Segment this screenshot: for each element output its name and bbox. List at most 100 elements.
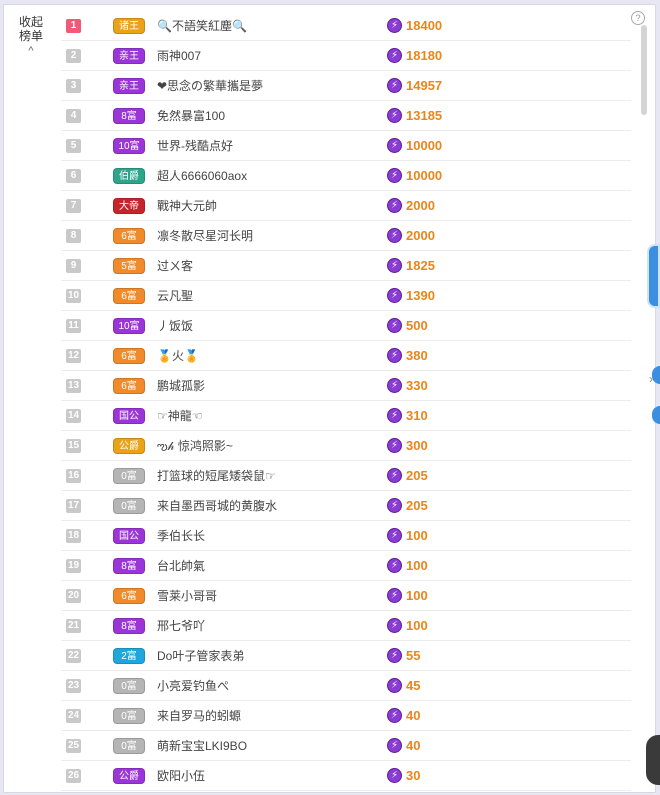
- level-badge: 公爵: [113, 768, 145, 784]
- lightning-coin-icon: ⚡: [387, 708, 402, 723]
- level-badge: 8富: [113, 618, 145, 634]
- user-name[interactable]: 雨神007: [157, 41, 201, 71]
- score-value: 330: [406, 378, 428, 393]
- rank-number: 26: [66, 769, 81, 783]
- help-icon[interactable]: ?: [631, 11, 645, 25]
- level-badge: 亲王: [113, 48, 145, 64]
- list-item[interactable]: 10 6富 云凡聖 ⚡ 1390: [61, 281, 631, 311]
- list-item[interactable]: 22 2富 Do叶子管家表弟 ⚡ 55: [61, 641, 631, 671]
- lightning-coin-icon: ⚡: [387, 318, 402, 333]
- score-value: 40: [406, 738, 421, 753]
- lightning-coin-icon: ⚡: [387, 348, 402, 363]
- user-name[interactable]: 免然暴富100: [157, 101, 225, 131]
- user-name[interactable]: 雪莱小哥哥: [157, 581, 217, 611]
- list-item[interactable]: 9 5富 过ㄨ客 ⚡ 1825: [61, 251, 631, 281]
- user-name[interactable]: 小亮爱钓鱼ぺ: [157, 671, 229, 701]
- list-item[interactable]: 2 亲王 雨神007 ⚡ 18180: [61, 41, 631, 71]
- ranking-panel: 收起 榜单 ^ ? 1 诸王 🔍不語笑紅塵🔍 ⚡ 18400 2 亲王 雨神007 ⚡ 18180…: [3, 4, 656, 793]
- score-value: 10000: [406, 168, 443, 183]
- user-name[interactable]: 邢七爷吖: [157, 611, 205, 641]
- user-name[interactable]: 凛冬散尽星河长明: [157, 221, 253, 251]
- level-badge: 10富: [113, 318, 145, 334]
- list-item[interactable]: 1 诸王 🔍不語笑紅塵🔍 ⚡ 18400: [61, 11, 631, 41]
- user-name[interactable]: 🔍不語笑紅塵🔍: [157, 11, 247, 41]
- list-item[interactable]: 15 公爵 ఌ𝒽 惊鸿照影~ ⚡ 300: [61, 431, 631, 461]
- list-item[interactable]: 26 公爵 欧阳小伍 ⚡ 30: [61, 761, 631, 791]
- scrollbar-thumb[interactable]: [641, 25, 647, 115]
- user-name[interactable]: 打篮球的短尾矮袋鼠☞: [157, 461, 276, 491]
- rank-number: 6: [66, 169, 81, 183]
- floating-corner-button[interactable]: [646, 735, 660, 785]
- lightning-coin-icon: ⚡: [387, 408, 402, 423]
- rank-number: 19: [66, 559, 81, 573]
- user-name[interactable]: 萌新宝宝LKI9BO: [157, 731, 247, 761]
- level-badge: 10富: [113, 138, 145, 154]
- user-name[interactable]: 欧阳小伍: [157, 761, 205, 791]
- list-item[interactable]: 17 0富 来自墨西哥城的黄腹水 ⚡ 205: [61, 491, 631, 521]
- user-name[interactable]: 世界-残酷点好: [157, 131, 233, 161]
- user-name[interactable]: 超人6666060aox: [157, 161, 247, 191]
- score-value: 55: [406, 648, 421, 663]
- collapse-list-button[interactable]: 收起 榜单 ^: [14, 15, 48, 58]
- user-name[interactable]: Do叶子管家表弟: [157, 641, 244, 671]
- side-dot-button[interactable]: [652, 406, 660, 424]
- list-item[interactable]: 16 0富 打篮球的短尾矮袋鼠☞ ⚡ 205: [61, 461, 631, 491]
- rank-number: 16: [66, 469, 81, 483]
- user-name[interactable]: ఌ𝒽 惊鸿照影~: [157, 431, 233, 461]
- list-item[interactable]: 7 大帝 戰神大元帥 ⚡ 2000: [61, 191, 631, 221]
- score-value: 100: [406, 588, 428, 603]
- score-value: 2000: [406, 198, 435, 213]
- user-name[interactable]: 台北帥氣: [157, 551, 205, 581]
- rank-number: 20: [66, 589, 81, 603]
- user-name[interactable]: 云凡聖: [157, 281, 193, 311]
- score-value: 310: [406, 408, 428, 423]
- list-item[interactable]: 25 0富 萌新宝宝LKI9BO ⚡ 40: [61, 731, 631, 761]
- level-badge: 大帝: [113, 198, 145, 214]
- list-item[interactable]: 20 6富 雪莱小哥哥 ⚡ 100: [61, 581, 631, 611]
- user-name[interactable]: 鹏城孤影: [157, 371, 205, 401]
- list-item[interactable]: 8 6富 凛冬散尽星河长明 ⚡ 2000: [61, 221, 631, 251]
- user-name[interactable]: 季伯长长: [157, 521, 205, 551]
- list-item[interactable]: 21 8富 邢七爷吖 ⚡ 100: [61, 611, 631, 641]
- level-badge: 0富: [113, 738, 145, 754]
- score-value: 2000: [406, 228, 435, 243]
- level-badge: 0富: [113, 468, 145, 484]
- list-item[interactable]: 5 10富 世界-残酷点好 ⚡ 10000: [61, 131, 631, 161]
- level-badge: 2富: [113, 648, 145, 664]
- user-name[interactable]: 戰神大元帥: [157, 191, 217, 221]
- level-badge: 6富: [113, 228, 145, 244]
- user-name[interactable]: 来自墨西哥城的黄腹水: [157, 491, 277, 521]
- score-value: 18180: [406, 48, 443, 63]
- lightning-coin-icon: ⚡: [387, 228, 402, 243]
- user-name[interactable]: ❤思念の繁華攜是夢: [157, 71, 263, 101]
- level-badge: 0富: [113, 678, 145, 694]
- list-item[interactable]: 14 国公 ☞神龍☜ ⚡ 310: [61, 401, 631, 431]
- list-item[interactable]: 3 亲王 ❤思念の繁華攜是夢 ⚡ 14957: [61, 71, 631, 101]
- list-item[interactable]: 18 国公 季伯长长 ⚡ 100: [61, 521, 631, 551]
- lightning-coin-icon: ⚡: [387, 138, 402, 153]
- side-tab-button[interactable]: [647, 244, 660, 308]
- level-badge: 0富: [113, 498, 145, 514]
- list-item[interactable]: 11 10富 丿饭饭 ⚡ 500: [61, 311, 631, 341]
- user-name[interactable]: 丿饭饭: [157, 311, 193, 341]
- list-item[interactable]: 24 0富 来自罗马的蚓螈 ⚡ 40: [61, 701, 631, 731]
- level-badge: 伯爵: [113, 168, 145, 184]
- list-item[interactable]: 6 伯爵 超人6666060aox ⚡ 10000: [61, 161, 631, 191]
- side-dot-button[interactable]: [652, 366, 660, 384]
- collapse-label-line1: 收起: [18, 15, 43, 29]
- rank-number: 3: [66, 79, 81, 93]
- user-name[interactable]: 🏅火🏅: [157, 341, 199, 371]
- list-item[interactable]: 4 8富 免然暴富100 ⚡ 13185: [61, 101, 631, 131]
- list-item[interactable]: 12 6富 🏅火🏅 ⚡ 380: [61, 341, 631, 371]
- score-value: 380: [406, 348, 428, 363]
- list-item[interactable]: 19 8富 台北帥氣 ⚡ 100: [61, 551, 631, 581]
- user-name[interactable]: 来自罗马的蚓螈: [157, 701, 241, 731]
- chevron-up-icon: ^: [28, 45, 34, 57]
- list-item[interactable]: 13 6富 鹏城孤影 ⚡ 330: [61, 371, 631, 401]
- lightning-coin-icon: ⚡: [387, 468, 402, 483]
- lightning-coin-icon: ⚡: [387, 18, 402, 33]
- user-name[interactable]: 过ㄨ客: [157, 251, 193, 281]
- level-badge: 5富: [113, 258, 145, 274]
- list-item[interactable]: 23 0富 小亮爱钓鱼ぺ ⚡ 45: [61, 671, 631, 701]
- user-name[interactable]: ☞神龍☜: [157, 401, 203, 431]
